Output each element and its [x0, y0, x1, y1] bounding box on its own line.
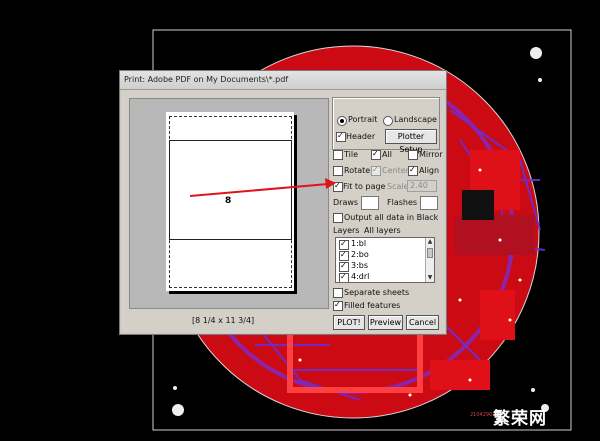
rotate-checkbox[interactable] [333, 166, 343, 176]
dialog-titlebar[interactable]: Print: Adobe PDF on My Documents\*.pdf [120, 71, 446, 90]
layers-list: 1:bl 2:bo 3:bs 4:drl ▲ ▼ [335, 237, 435, 283]
header-label: Header [346, 132, 376, 141]
pcb-chip [462, 190, 494, 220]
print-preview-area: 8 [129, 98, 329, 309]
filled-features-checkbox[interactable] [333, 300, 343, 311]
all-label: All [382, 150, 392, 159]
watermark-logo: 繁荣网 [493, 409, 547, 429]
cancel-button[interactable]: Cancel [406, 315, 439, 330]
fit-to-page-label: Fit to page [343, 182, 386, 191]
tile-checkbox[interactable] [333, 150, 343, 160]
filled-features-label: Filled features [344, 301, 401, 310]
portrait-radio[interactable] [337, 116, 347, 126]
header-checkbox[interactable] [336, 131, 346, 142]
draws-label: Draws [333, 198, 359, 207]
printable-area-outline: 8 [169, 116, 292, 288]
layer-name: 4:drl [351, 272, 370, 281]
landscape-radio[interactable] [383, 116, 393, 126]
separate-sheets-checkbox[interactable] [333, 288, 343, 298]
layer-checkbox[interactable] [339, 261, 349, 272]
flashes-input[interactable] [420, 196, 438, 210]
rotate-label: Rotate [344, 166, 371, 175]
mirror-checkbox[interactable] [408, 150, 418, 160]
all-checkbox[interactable] [371, 149, 381, 160]
scale-label: Scale [387, 182, 409, 191]
layers-selection: All layers [364, 226, 401, 235]
align-label: Align [419, 166, 440, 175]
draws-input[interactable] [361, 196, 379, 210]
scroll-up-icon[interactable]: ▲ [426, 238, 434, 246]
layer-checkbox[interactable] [339, 272, 349, 282]
layers-label: Layers [333, 226, 360, 235]
center-checkbox[interactable] [371, 165, 381, 176]
preview-page: 8 [166, 112, 294, 291]
tile-label: Tile [344, 150, 359, 159]
layer-name: 3:bs [351, 261, 369, 270]
scroll-thumb[interactable] [427, 248, 433, 258]
output-black-label: Output all data in Black [344, 213, 439, 222]
center-label: Center [382, 166, 409, 175]
dialog-title: Print: Adobe PDF on My Documents\*.pdf [124, 75, 289, 84]
plotter-setup-button[interactable]: Plotter Setup [385, 129, 437, 154]
layer-checkbox[interactable] [339, 250, 349, 261]
print-dialog: Print: Adobe PDF on My Documents\*.pdf 8… [119, 70, 447, 335]
portrait-label: Portrait [348, 115, 378, 124]
flashes-label: Flashes [387, 198, 418, 207]
board-number: 8 [225, 196, 232, 206]
separate-sheets-label: Separate sheets [344, 288, 410, 297]
preview-board: 8 [169, 140, 292, 240]
scale-input[interactable]: 2.40 [407, 180, 437, 192]
align-checkbox[interactable] [408, 165, 418, 176]
layer-name: 2:bo [351, 250, 369, 259]
layer-checkbox[interactable] [339, 239, 349, 250]
layer-name: 1:bl [351, 239, 367, 248]
preview-button[interactable]: Preview [368, 315, 403, 330]
layers-scrollbar[interactable]: ▲ ▼ [425, 238, 434, 282]
plot-button[interactable]: PLOT! [333, 315, 365, 330]
output-black-checkbox[interactable] [333, 213, 343, 223]
fit-to-page-checkbox[interactable] [333, 181, 343, 192]
scroll-down-icon[interactable]: ▼ [426, 274, 434, 282]
paper-size-label: [8 1/4 x 11 3/4] [192, 316, 255, 325]
landscape-label: Landscape [394, 115, 437, 124]
mirror-label: Mirror [419, 150, 443, 159]
